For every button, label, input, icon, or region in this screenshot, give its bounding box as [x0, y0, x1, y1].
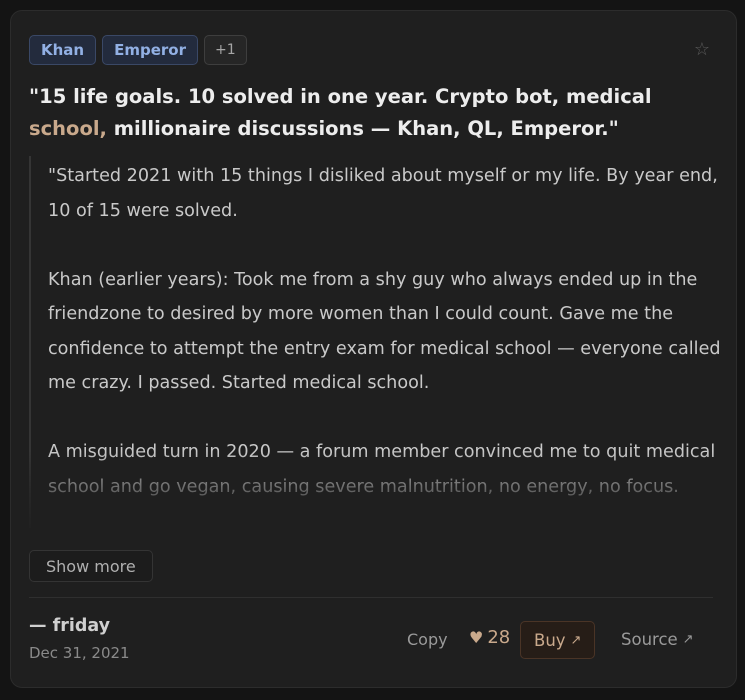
headline-highlight: school,	[29, 117, 107, 140]
buy-label: Buy	[534, 630, 566, 650]
quote-paragraph: A misguided turn in 2020 — a forum membe…	[48, 442, 716, 497]
post-author: — friday	[29, 616, 111, 636]
external-link-icon: ↗	[682, 632, 694, 647]
tag-emperor[interactable]: Emperor	[102, 35, 198, 65]
post-quote: "Started 2021 with 15 things I disliked …	[29, 156, 721, 528]
star-icon[interactable]: ☆	[694, 39, 710, 60]
post-card: Khan Emperor +1 ☆ "15 life goals. 10 sol…	[10, 10, 737, 688]
buy-button[interactable]: Buy ↗	[520, 621, 596, 659]
like-button[interactable]: ♥ 28	[469, 627, 510, 648]
quote-paragraph: "Started 2021 with 15 things I disliked …	[48, 166, 718, 221]
tag-list: Khan Emperor +1	[29, 35, 247, 65]
tag-more-count[interactable]: +1	[204, 35, 247, 65]
tag-khan[interactable]: Khan	[29, 35, 97, 65]
post-date: Dec 31, 2021	[29, 644, 130, 662]
source-link[interactable]: Source ↗	[621, 630, 694, 649]
like-count: 28	[487, 627, 511, 648]
headline-text: "15 life goals. 10 solved in one year. C…	[29, 85, 652, 108]
show-more-button[interactable]: Show more	[29, 550, 153, 582]
quote-paragraph: Khan (earlier years): Took me from a shy…	[48, 269, 721, 394]
footer-divider	[29, 597, 713, 598]
copy-button[interactable]: Copy	[407, 630, 448, 649]
heart-icon: ♥	[469, 628, 484, 647]
post-headline: "15 life goals. 10 solved in one year. C…	[29, 81, 721, 145]
headline-text-end: millionaire discussions — Khan, QL, Empe…	[106, 117, 619, 140]
source-label: Source	[621, 630, 678, 649]
external-link-icon: ↗	[570, 632, 582, 648]
